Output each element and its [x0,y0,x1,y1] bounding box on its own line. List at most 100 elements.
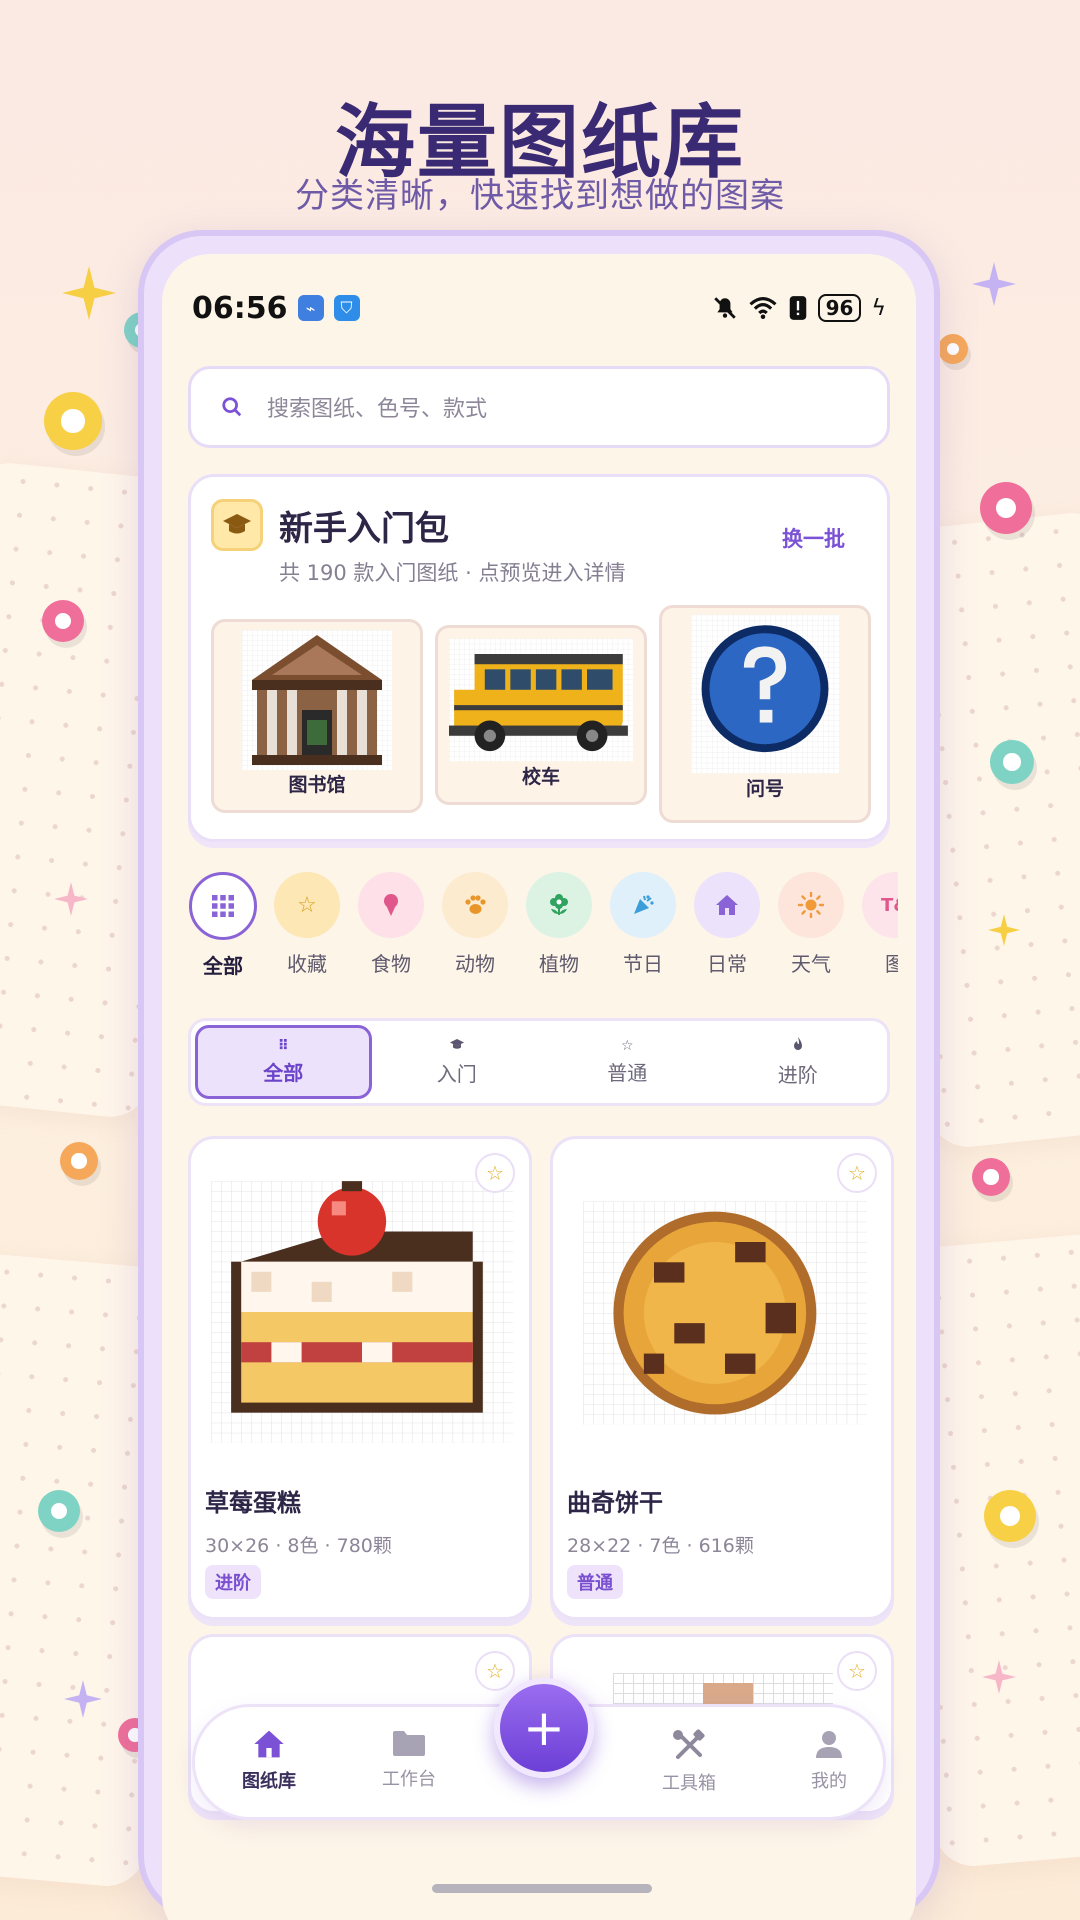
category-label: 全部 [203,954,243,978]
bead-decoration [42,600,84,642]
pattern-card[interactable]: ☆ 曲奇饼干 28×22 · 7色 · 616颗 普通 [550,1136,894,1620]
star-icon: ☆ [620,1037,634,1054]
favorite-star-icon[interactable]: ☆ [475,1651,515,1691]
bead-decoration [990,740,1034,784]
tab-label: 普通 [607,1060,648,1085]
nav-profile[interactable]: 我的 [779,1729,879,1793]
flame-icon [792,1036,804,1055]
cookie-pixel-art [583,1201,867,1425]
bead-decoration [38,1490,80,1532]
sample-label: 校车 [521,766,560,788]
category-holidays[interactable]: 节日 [608,872,678,977]
category-daily[interactable]: 日常 [692,872,762,977]
starter-sample-question-mark[interactable]: 问号 [659,605,871,823]
bead-decoration [984,1490,1036,1542]
home-indicator[interactable] [432,1884,652,1893]
folder-icon [359,1729,459,1765]
category-plants[interactable]: 植物 [524,872,594,977]
bead-decoration [60,1142,98,1180]
sparkle-icon [988,914,1020,946]
category-food[interactable]: 食物 [356,872,426,977]
pattern-title: 草莓蛋糕 [205,1489,301,1517]
category-weather[interactable]: 天气 [776,872,846,977]
favorite-star-icon[interactable]: ☆ [475,1153,515,1193]
starter-pack-title: 新手入门包 [279,509,449,549]
status-bar: 06:56 ⌁ ⛉ 96 ϟ [192,288,886,328]
category-label: 节日 [623,952,663,976]
text-icon: T& [862,872,898,938]
nav-library[interactable]: 图纸库 [219,1729,319,1793]
sun-icon [778,872,844,938]
wifi-icon [749,297,777,319]
favorite-star-icon[interactable]: ☆ [837,1153,877,1193]
promo-subheadline: 分类清晰，快速找到想做的图案 [295,176,785,216]
sparkle-icon [982,1660,1016,1694]
sparkle-icon [54,882,88,916]
bead-decoration [938,334,968,364]
category-label: 动物 [455,952,495,976]
create-button[interactable]: + [494,1678,594,1778]
status-time: 06:56 [192,290,288,326]
search-icon [222,397,242,417]
starter-pack-subtitle: 共 190 款入门图纸 · 点预览进入详情 [279,561,626,585]
sparkle-icon [972,262,1016,306]
home-icon [219,1729,319,1767]
starter-sample-library[interactable]: 图书馆 [211,619,423,813]
paw-icon [442,872,508,938]
flower-icon [526,872,592,938]
category-label: 收藏 [287,952,327,976]
favorite-star-icon[interactable]: ☆ [837,1651,877,1691]
nav-label: 工具箱 [662,1773,716,1794]
party-popper-icon [610,872,676,938]
tab-label: 全部 [263,1060,304,1085]
phone-frame: 06:56 ⌁ ⛉ 96 ϟ 搜索图纸、色号、款式 新手入门包 共 190 款入… [138,230,940,1920]
category-label: 植物 [539,952,579,976]
category-label: 日常 [707,952,747,976]
shield-icon: ⛉ [333,295,360,321]
battery-level: 96 [817,294,862,322]
nav-workbench[interactable]: 工作台 [359,1729,459,1791]
grid-icon [189,872,257,940]
user-icon [779,1729,879,1767]
home-icon [694,872,760,938]
tab-label: 入门 [436,1061,477,1086]
tab-normal[interactable]: ☆ 普通 [542,1025,713,1099]
pattern-card[interactable]: ☆ 草莓蛋糕 30×26 · 8色 · 780颗 进阶 [188,1136,532,1620]
charging-icon: ϟ [871,295,886,321]
tab-advanced[interactable]: 进阶 [713,1025,884,1099]
category-label: 图 [885,952,898,976]
difficulty-badge: 普通 [567,1565,623,1599]
question-mark-pixel-art [691,614,839,774]
search-bar[interactable]: 搜索图纸、色号、款式 [188,366,890,448]
pattern-meta: 30×26 · 8色 · 780颗 [205,1535,392,1557]
category-text[interactable]: T& 图 [860,872,898,977]
grid-icon: ⠿ [277,1037,289,1054]
refresh-button[interactable]: 换一批 [782,523,845,553]
usb-icon: ⌁ [297,295,324,321]
nav-label: 工作台 [382,1769,436,1790]
strawberry-cake-pixel-art [211,1181,513,1443]
ice-cream-icon [358,872,424,938]
starter-pack-card: 新手入门包 共 190 款入门图纸 · 点预览进入详情 换一批 图书馆 校车 问… [188,474,890,842]
sparkle-icon [62,266,116,320]
nav-label: 图纸库 [242,1771,296,1792]
bead-decoration [980,482,1032,534]
sample-label: 问号 [745,778,784,800]
school-bus-pixel-art [449,638,633,762]
search-input[interactable]: 搜索图纸、色号、款式 [267,391,487,423]
pattern-title: 曲奇饼干 [567,1489,663,1517]
bead-decoration [972,1158,1010,1196]
starter-sample-school-bus[interactable]: 校车 [435,625,647,805]
alert-icon [789,296,806,320]
category-animals[interactable]: 动物 [440,872,510,977]
tab-all[interactable]: ⠿ 全部 [195,1025,372,1099]
category-favorites[interactable]: ☆ 收藏 [272,872,342,977]
nav-label: 我的 [811,1771,847,1792]
tools-icon [639,1729,739,1769]
tab-beginner[interactable]: 入门 [372,1025,543,1099]
bead-decoration [44,392,102,450]
difficulty-badge: 进阶 [205,1565,261,1599]
sparkle-icon [64,1680,102,1718]
nav-toolbox[interactable]: 工具箱 [639,1729,739,1795]
category-all[interactable]: 全部 [188,872,258,979]
